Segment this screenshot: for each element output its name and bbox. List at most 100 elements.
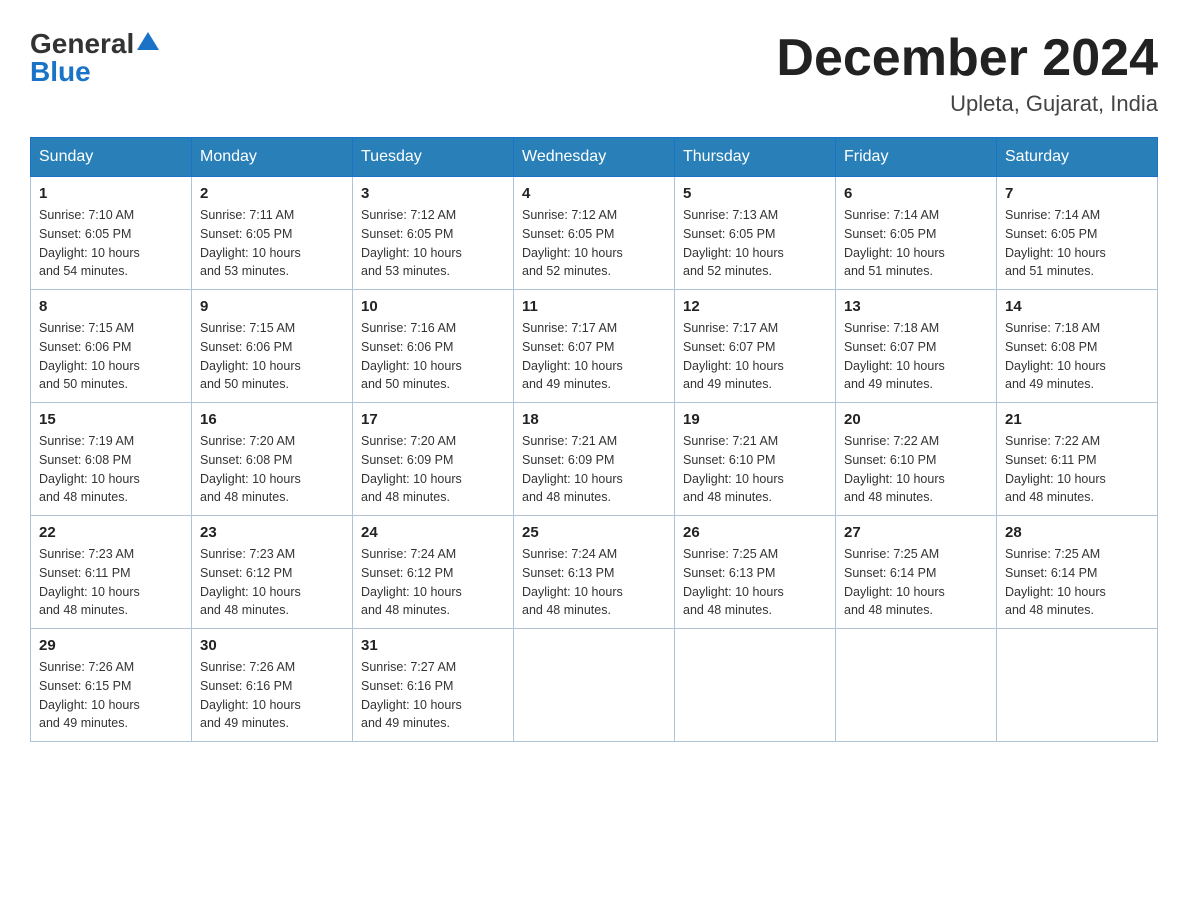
title-section: December 2024 Upleta, Gujarat, India (776, 30, 1158, 117)
table-row: 8 Sunrise: 7:15 AMSunset: 6:06 PMDaylight… (31, 290, 192, 403)
day-info: Sunrise: 7:12 AMSunset: 6:05 PMDaylight:… (361, 206, 505, 281)
day-info: Sunrise: 7:21 AMSunset: 6:09 PMDaylight:… (522, 432, 666, 507)
day-info: Sunrise: 7:22 AMSunset: 6:10 PMDaylight:… (844, 432, 988, 507)
day-info: Sunrise: 7:14 AMSunset: 6:05 PMDaylight:… (1005, 206, 1149, 281)
calendar-week-row: 15 Sunrise: 7:19 AMSunset: 6:08 PMDayligh… (31, 403, 1158, 516)
table-row: 11 Sunrise: 7:17 AMSunset: 6:07 PMDayligh… (514, 290, 675, 403)
day-info: Sunrise: 7:15 AMSunset: 6:06 PMDaylight:… (200, 319, 344, 394)
day-info: Sunrise: 7:18 AMSunset: 6:08 PMDaylight:… (1005, 319, 1149, 394)
day-info: Sunrise: 7:20 AMSunset: 6:08 PMDaylight:… (200, 432, 344, 507)
day-info: Sunrise: 7:25 AMSunset: 6:13 PMDaylight:… (683, 545, 827, 620)
table-row: 9Sunrise: 7:15 AMSunset: 6:06 PMDaylight… (192, 290, 353, 403)
day-number: 28 (1005, 524, 1149, 541)
day-number: 19 (683, 411, 827, 428)
day-number: 13 (844, 298, 988, 315)
logo-general-text: General (30, 30, 134, 58)
header-thursday: Thursday (675, 138, 836, 177)
day-number: 30 (200, 637, 344, 654)
logo: General Blue (30, 30, 159, 86)
header-wednesday: Wednesday (514, 138, 675, 177)
day-info: Sunrise: 7:17 AMSunset: 6:07 PMDaylight:… (522, 319, 666, 394)
day-number: 22 (39, 524, 183, 541)
day-info: Sunrise: 7:23 AMSunset: 6:12 PMDaylight:… (200, 545, 344, 620)
location-subtitle: Upleta, Gujarat, India (776, 91, 1158, 117)
day-number: 26 (683, 524, 827, 541)
day-number: 18 (522, 411, 666, 428)
table-row: 10 Sunrise: 7:16 AMSunset: 6:06 PMDayligh… (353, 290, 514, 403)
day-number: 23 (200, 524, 344, 541)
table-row: 17 Sunrise: 7:20 AMSunset: 6:09 PMDayligh… (353, 403, 514, 516)
day-info: Sunrise: 7:18 AMSunset: 6:07 PMDaylight:… (844, 319, 988, 394)
day-info: Sunrise: 7:20 AMSunset: 6:09 PMDaylight:… (361, 432, 505, 507)
day-info: Sunrise: 7:26 AMSunset: 6:15 PMDaylight:… (39, 658, 183, 733)
table-row: 14 Sunrise: 7:18 AMSunset: 6:08 PMDayligh… (997, 290, 1158, 403)
day-number: 6 (844, 185, 988, 202)
table-row: 5 Sunrise: 7:13 AMSunset: 6:05 PMDaylight… (675, 177, 836, 290)
day-number: 21 (1005, 411, 1149, 428)
month-year-title: December 2024 (776, 30, 1158, 87)
table-row: 15 Sunrise: 7:19 AMSunset: 6:08 PMDayligh… (31, 403, 192, 516)
table-row (997, 629, 1158, 742)
day-number: 11 (522, 298, 666, 315)
calendar-week-row: 29Sunrise: 7:26 AMSunset: 6:15 PMDayligh… (31, 629, 1158, 742)
table-row (514, 629, 675, 742)
day-info: Sunrise: 7:15 AMSunset: 6:06 PMDaylight:… (39, 319, 183, 394)
day-number: 8 (39, 298, 183, 315)
day-number: 1 (39, 185, 183, 202)
day-number: 15 (39, 411, 183, 428)
table-row: 24Sunrise: 7:24 AMSunset: 6:12 PMDayligh… (353, 516, 514, 629)
day-number: 7 (1005, 185, 1149, 202)
table-row: 16 Sunrise: 7:20 AMSunset: 6:08 PMDayligh… (192, 403, 353, 516)
table-row: 30 Sunrise: 7:26 AMSunset: 6:16 PMDayligh… (192, 629, 353, 742)
day-info: Sunrise: 7:21 AMSunset: 6:10 PMDaylight:… (683, 432, 827, 507)
table-row: 6Sunrise: 7:14 AMSunset: 6:05 PMDaylight… (836, 177, 997, 290)
table-row: 23 Sunrise: 7:23 AMSunset: 6:12 PMDayligh… (192, 516, 353, 629)
table-row: 27 Sunrise: 7:25 AMSunset: 6:14 PMDayligh… (836, 516, 997, 629)
day-info: Sunrise: 7:10 AMSunset: 6:05 PMDaylight:… (39, 206, 183, 281)
day-info: Sunrise: 7:24 AMSunset: 6:13 PMDaylight:… (522, 545, 666, 620)
logo-blue-text: Blue (30, 56, 91, 87)
header-tuesday: Tuesday (353, 138, 514, 177)
header-saturday: Saturday (997, 138, 1158, 177)
table-row (675, 629, 836, 742)
day-number: 20 (844, 411, 988, 428)
day-info: Sunrise: 7:27 AMSunset: 6:16 PMDaylight:… (361, 658, 505, 733)
day-info: Sunrise: 7:13 AMSunset: 6:05 PMDaylight:… (683, 206, 827, 281)
day-number: 10 (361, 298, 505, 315)
day-info: Sunrise: 7:16 AMSunset: 6:06 PMDaylight:… (361, 319, 505, 394)
day-number: 2 (200, 185, 344, 202)
table-row: 22 Sunrise: 7:23 AMSunset: 6:11 PMDayligh… (31, 516, 192, 629)
table-row: 1 Sunrise: 7:10 AMSunset: 6:05 PMDaylight… (31, 177, 192, 290)
calendar-table: Sunday Monday Tuesday Wednesday Thursday… (30, 137, 1158, 742)
day-info: Sunrise: 7:26 AMSunset: 6:16 PMDaylight:… (200, 658, 344, 733)
table-row: 3Sunrise: 7:12 AMSunset: 6:05 PMDaylight… (353, 177, 514, 290)
table-row: 2Sunrise: 7:11 AMSunset: 6:05 PMDaylight… (192, 177, 353, 290)
day-number: 14 (1005, 298, 1149, 315)
day-number: 17 (361, 411, 505, 428)
logo-triangle-icon (137, 32, 159, 50)
day-number: 4 (522, 185, 666, 202)
day-number: 16 (200, 411, 344, 428)
day-info: Sunrise: 7:17 AMSunset: 6:07 PMDaylight:… (683, 319, 827, 394)
day-info: Sunrise: 7:25 AMSunset: 6:14 PMDaylight:… (1005, 545, 1149, 620)
table-row: 12 Sunrise: 7:17 AMSunset: 6:07 PMDayligh… (675, 290, 836, 403)
day-number: 5 (683, 185, 827, 202)
day-info: Sunrise: 7:23 AMSunset: 6:11 PMDaylight:… (39, 545, 183, 620)
table-row: 25Sunrise: 7:24 AMSunset: 6:13 PMDayligh… (514, 516, 675, 629)
table-row: 31 Sunrise: 7:27 AMSunset: 6:16 PMDayligh… (353, 629, 514, 742)
header-monday: Monday (192, 138, 353, 177)
table-row: 13 Sunrise: 7:18 AMSunset: 6:07 PMDayligh… (836, 290, 997, 403)
table-row: 28 Sunrise: 7:25 AMSunset: 6:14 PMDayligh… (997, 516, 1158, 629)
table-row: 26 Sunrise: 7:25 AMSunset: 6:13 PMDayligh… (675, 516, 836, 629)
table-row: 21 Sunrise: 7:22 AMSunset: 6:11 PMDayligh… (997, 403, 1158, 516)
table-row: 4 Sunrise: 7:12 AMSunset: 6:05 PMDaylight… (514, 177, 675, 290)
day-info: Sunrise: 7:12 AMSunset: 6:05 PMDaylight:… (522, 206, 666, 281)
day-number: 12 (683, 298, 827, 315)
day-info: Sunrise: 7:19 AMSunset: 6:08 PMDaylight:… (39, 432, 183, 507)
day-number: 31 (361, 637, 505, 654)
day-number: 27 (844, 524, 988, 541)
header-friday: Friday (836, 138, 997, 177)
day-info: Sunrise: 7:25 AMSunset: 6:14 PMDaylight:… (844, 545, 988, 620)
day-info: Sunrise: 7:22 AMSunset: 6:11 PMDaylight:… (1005, 432, 1149, 507)
page-header: General Blue December 2024 Upleta, Gujar… (30, 30, 1158, 117)
